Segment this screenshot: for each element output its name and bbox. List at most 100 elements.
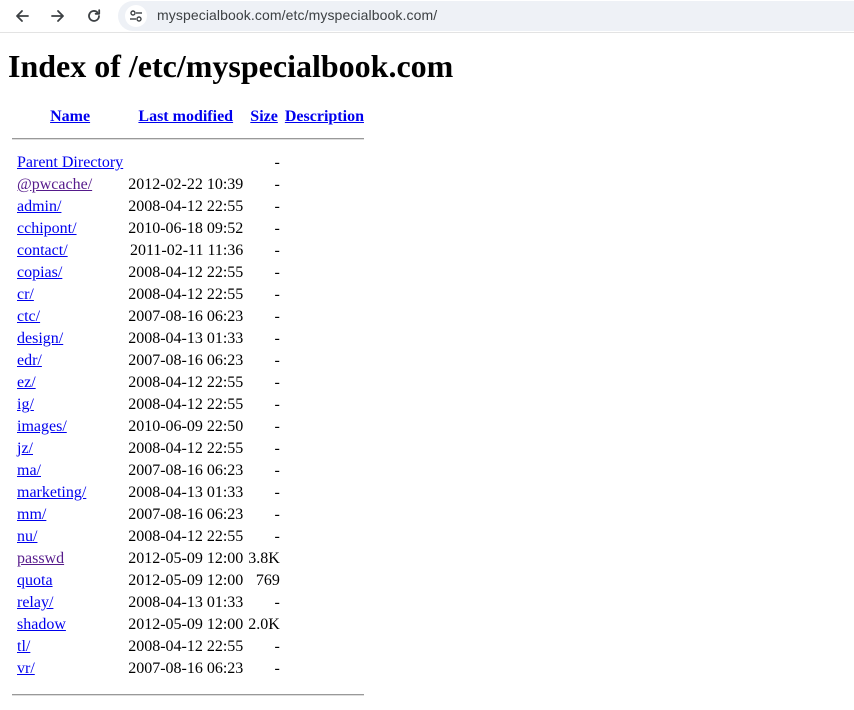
name-cell: ctc/ xyxy=(16,306,124,328)
description-cell xyxy=(284,482,365,504)
name-cell: mm/ xyxy=(16,504,124,526)
size-cell: - xyxy=(274,308,280,325)
entry-link[interactable]: vr/ xyxy=(17,660,35,677)
size-cell: - xyxy=(274,176,280,193)
entry-link[interactable]: @pwcache/ xyxy=(17,176,92,193)
entry-link[interactable]: ctc/ xyxy=(17,308,40,325)
row-icon-cell xyxy=(11,284,13,306)
name-cell: Parent Directory xyxy=(16,152,124,174)
last-modified-cell: 2007-08-16 06:23 xyxy=(128,660,244,677)
entry-link[interactable]: cr/ xyxy=(17,286,34,303)
last-modified-cell: 2010-06-09 22:50 xyxy=(128,418,244,435)
row-icon-cell xyxy=(11,636,13,658)
entry-link[interactable]: jz/ xyxy=(17,440,33,457)
entry-link[interactable]: cchipont/ xyxy=(17,220,77,237)
last-modified-cell: 2008-04-12 22:55 xyxy=(128,374,244,391)
description-cell xyxy=(284,394,365,416)
table-row: admin/2008-04-12 22:55 - xyxy=(11,196,365,218)
entry-link[interactable]: marketing/ xyxy=(17,484,86,501)
last-modified-cell: 2008-04-12 22:55 xyxy=(128,396,244,413)
entry-link[interactable]: relay/ xyxy=(17,594,53,611)
sort-by-size-link[interactable]: Size xyxy=(250,108,278,125)
table-row: jz/2008-04-12 22:55 - xyxy=(11,438,365,460)
size-cell: - xyxy=(274,506,280,523)
description-cell xyxy=(284,416,365,438)
name-cell: jz/ xyxy=(16,438,124,460)
entry-link[interactable]: shadow xyxy=(17,616,66,633)
name-cell: marketing/ xyxy=(16,482,124,504)
entry-link[interactable]: images/ xyxy=(17,418,67,435)
name-cell: copias/ xyxy=(16,262,124,284)
name-cell: edr/ xyxy=(16,350,124,372)
last-modified-cell: 2008-04-12 22:55 xyxy=(128,528,244,545)
size-cell: - xyxy=(274,374,280,391)
entry-link[interactable]: admin/ xyxy=(17,198,61,215)
size-cell: - xyxy=(274,242,280,259)
description-cell xyxy=(284,218,365,240)
size-cell: - xyxy=(274,198,280,215)
url-text[interactable]: myspecialbook.com/etc/myspecialbook.com/ xyxy=(157,7,437,23)
address-bar[interactable]: myspecialbook.com/etc/myspecialbook.com/ xyxy=(118,1,854,31)
icon-column-header xyxy=(11,104,13,130)
size-cell: - xyxy=(274,638,280,655)
reload-button[interactable] xyxy=(81,3,107,29)
name-cell: @pwcache/ xyxy=(16,174,124,196)
last-modified-cell: 2008-04-12 22:55 xyxy=(128,440,244,457)
sort-by-name-link[interactable]: Name xyxy=(50,108,90,125)
last-modified-cell: 2008-04-13 01:33 xyxy=(128,484,244,501)
entry-link[interactable]: edr/ xyxy=(17,352,42,369)
parent-directory-link[interactable]: Parent Directory xyxy=(17,154,123,171)
entry-link[interactable]: ig/ xyxy=(17,396,34,413)
row-icon-cell xyxy=(11,218,13,240)
entry-link[interactable]: passwd xyxy=(17,550,64,567)
table-row: relay/2008-04-13 01:33 - xyxy=(11,592,365,614)
description-cell xyxy=(284,284,365,306)
size-cell: - xyxy=(274,286,280,303)
sort-by-description-link[interactable]: Description xyxy=(285,108,364,125)
description-cell xyxy=(284,372,365,394)
name-cell: shadow xyxy=(16,614,124,636)
row-icon-cell xyxy=(11,548,13,570)
entry-link[interactable]: copias/ xyxy=(17,264,62,281)
size-cell: - xyxy=(274,352,280,369)
row-icon-cell xyxy=(11,152,13,174)
size-cell: - xyxy=(274,418,280,435)
entry-link[interactable]: tl/ xyxy=(17,638,30,655)
size-column-header: Size xyxy=(247,104,281,130)
last-modified-cell: 2007-08-16 06:23 xyxy=(128,462,244,479)
row-icon-cell xyxy=(11,526,13,548)
parent-directory-row: Parent Directory - xyxy=(11,152,365,174)
divider xyxy=(12,694,364,696)
site-info-button[interactable] xyxy=(125,5,147,27)
description-cell xyxy=(284,614,365,636)
size-cell: - xyxy=(274,264,280,281)
name-cell: cchipont/ xyxy=(16,218,124,240)
back-button[interactable] xyxy=(9,3,35,29)
description-cell xyxy=(284,504,365,526)
row-icon-cell xyxy=(11,460,13,482)
entry-link[interactable]: contact/ xyxy=(17,242,68,259)
entry-link[interactable]: nu/ xyxy=(17,528,37,545)
entry-link[interactable]: mm/ xyxy=(17,506,46,523)
description-cell xyxy=(284,548,365,570)
size-cell: - xyxy=(274,330,280,347)
description-cell xyxy=(284,658,365,680)
forward-button[interactable] xyxy=(45,3,71,29)
last-modified-cell: 2007-08-16 06:23 xyxy=(128,308,244,325)
description-cell xyxy=(284,460,365,482)
row-icon-cell xyxy=(11,196,13,218)
table-row: shadow 2012-05-09 12:00 2.0K xyxy=(11,614,365,636)
last-modified-cell: 2012-05-09 12:00 xyxy=(128,616,244,633)
size-cell: - xyxy=(274,396,280,413)
arrow-left-icon xyxy=(16,10,29,22)
sort-by-modified-link[interactable]: Last modified xyxy=(138,108,233,125)
directory-listing-table: Name Last modified Size Description Pare… xyxy=(8,104,368,702)
entry-link[interactable]: ez/ xyxy=(17,374,36,391)
entry-link[interactable]: quota xyxy=(17,572,53,589)
row-icon-cell xyxy=(11,306,13,328)
entry-link[interactable]: design/ xyxy=(17,330,63,347)
entry-link[interactable]: ma/ xyxy=(17,462,41,479)
listing-body: Parent Directory - @pwcache/2012-02-22 10:… xyxy=(11,152,365,680)
name-column-header: Name xyxy=(16,104,124,130)
description-cell xyxy=(284,592,365,614)
